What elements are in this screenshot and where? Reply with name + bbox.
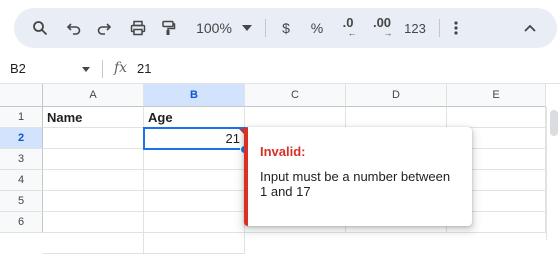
- cell-c1[interactable]: [245, 107, 346, 128]
- undo-icon[interactable]: [60, 8, 88, 48]
- select-all-corner[interactable]: [0, 84, 43, 107]
- toolbar: 100% $ % .0 ← .00 → 123: [14, 8, 557, 48]
- vertical-scrollbar[interactable]: [546, 107, 560, 240]
- validation-tooltip: Invalid: Input must be a number between …: [244, 127, 472, 226]
- cell-d1[interactable]: [346, 107, 447, 128]
- zoom-select[interactable]: 100%: [192, 8, 236, 48]
- search-icon[interactable]: [26, 8, 54, 48]
- fx-icon: fx: [114, 60, 128, 76]
- cell-a6[interactable]: [43, 212, 144, 233]
- increase-decimal-label: .00: [372, 15, 392, 30]
- column-header-e[interactable]: E: [447, 84, 546, 107]
- validation-message: Input must be a number between 1 and 17: [260, 169, 451, 199]
- cell-a7[interactable]: [43, 233, 144, 254]
- percent-format-button[interactable]: %: [306, 8, 328, 48]
- decrease-decimal-button[interactable]: .0 ←: [336, 8, 360, 48]
- cell-b5[interactable]: [144, 191, 245, 212]
- column-header-a[interactable]: A: [43, 84, 144, 107]
- cell-b4[interactable]: [144, 170, 245, 191]
- row-header-3[interactable]: 3: [0, 149, 43, 170]
- print-icon[interactable]: [124, 8, 152, 48]
- cell-a4[interactable]: [43, 170, 144, 191]
- column-header-d[interactable]: D: [346, 84, 447, 107]
- toolbar-divider: [439, 19, 440, 37]
- number-format-label: 123: [404, 20, 426, 36]
- collapse-chevron-icon[interactable]: [518, 8, 542, 48]
- scrollbar-thumb[interactable]: [550, 110, 558, 136]
- cell-b1[interactable]: Age: [144, 107, 245, 128]
- validation-title: Invalid:: [260, 144, 306, 159]
- currency-label: $: [282, 20, 290, 36]
- row-header-5[interactable]: 5: [0, 191, 43, 212]
- number-format-button[interactable]: 123: [400, 8, 430, 48]
- formula-divider: [102, 60, 103, 78]
- row-header-2[interactable]: 2: [0, 128, 43, 149]
- paint-format-icon[interactable]: [154, 8, 182, 48]
- decrease-decimal-label: .0: [342, 15, 354, 30]
- row-header-6[interactable]: 6: [0, 212, 43, 233]
- name-box-dropdown-icon[interactable]: [82, 67, 90, 72]
- arrow-left-icon: ←: [347, 28, 357, 38]
- cell-b6[interactable]: [144, 212, 245, 233]
- zoom-value: 100%: [196, 20, 232, 36]
- arrow-right-icon: →: [383, 28, 393, 38]
- cell-b2[interactable]: 21: [144, 128, 245, 149]
- cell-a1[interactable]: Name: [43, 107, 144, 128]
- cell-b7[interactable]: [144, 233, 245, 254]
- more-vert-icon[interactable]: [446, 8, 466, 48]
- column-header-b[interactable]: B: [144, 84, 245, 107]
- formula-bar: B2 fx 21: [0, 55, 560, 84]
- cell-e1[interactable]: [447, 107, 546, 128]
- currency-format-button[interactable]: $: [276, 8, 296, 48]
- row-header-1[interactable]: 1: [0, 107, 43, 128]
- column-header-c[interactable]: C: [245, 84, 346, 107]
- formula-input[interactable]: 21: [137, 61, 151, 76]
- cell-a3[interactable]: [43, 149, 144, 170]
- cell-a5[interactable]: [43, 191, 144, 212]
- increase-decimal-button[interactable]: .00 →: [368, 8, 396, 48]
- chevron-down-icon[interactable]: [240, 8, 254, 48]
- name-box[interactable]: B2: [10, 61, 26, 76]
- cell-b3[interactable]: [144, 149, 245, 170]
- redo-icon[interactable]: [90, 8, 118, 48]
- percent-label: %: [310, 20, 324, 36]
- row-header-4[interactable]: 4: [0, 170, 43, 191]
- toolbar-divider: [265, 19, 266, 37]
- cell-a2[interactable]: [43, 128, 144, 149]
